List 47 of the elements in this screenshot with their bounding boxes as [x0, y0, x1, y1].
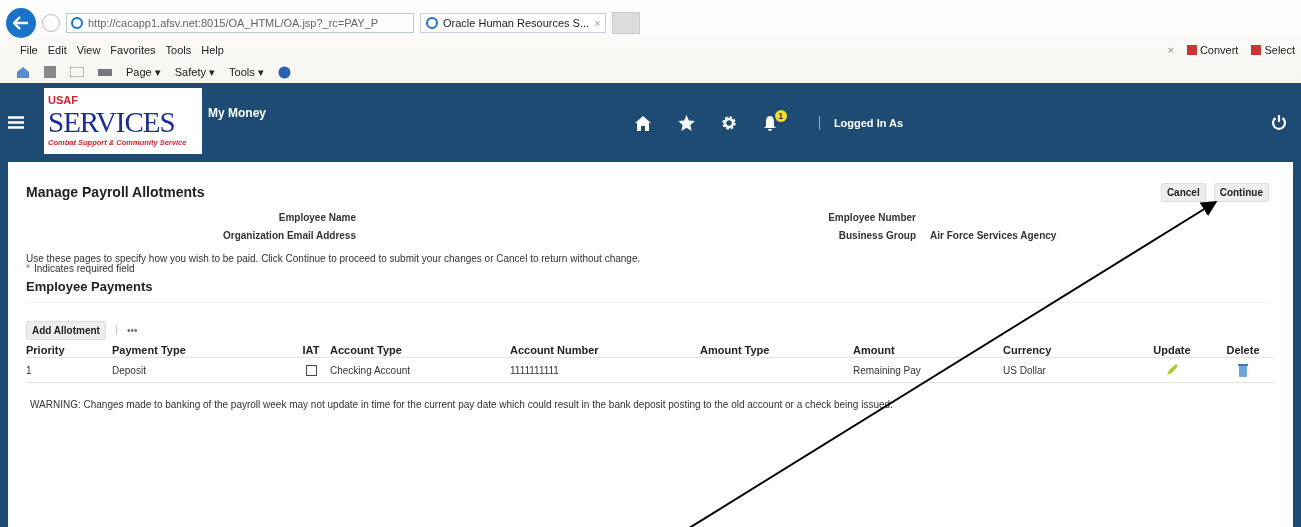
- more-button[interactable]: •••: [126, 324, 138, 336]
- column-header: IAT: [292, 341, 330, 358]
- table-cell: US Dollar: [1003, 364, 1046, 376]
- table-cell: 1: [26, 364, 32, 376]
- field-label: Business Group: [837, 230, 916, 241]
- column-header: Payment Type: [112, 341, 292, 358]
- column-header: Priority: [26, 341, 112, 358]
- command-menu[interactable]: Tools ▾: [229, 65, 264, 79]
- menu-item[interactable]: Favorites: [106, 44, 160, 57]
- column-header: Amount: [853, 341, 1003, 358]
- column-header: Account Number: [510, 341, 700, 358]
- menu-item[interactable]: Edit: [43, 44, 71, 57]
- close-icon[interactable]: ×: [1167, 44, 1174, 57]
- table-cell: 1111111111: [510, 364, 559, 376]
- action-button[interactable]: Continue: [1213, 182, 1269, 202]
- required-mark: *: [26, 264, 30, 273]
- pdf-tool-button[interactable]: Convert: [1185, 44, 1239, 57]
- field-label: Employee Name: [277, 212, 356, 223]
- column-header: Amount Type: [700, 341, 853, 358]
- table-cell: Deposit: [112, 364, 146, 376]
- column-header: Update: [1132, 341, 1212, 358]
- address-field[interactable]: http://cacapp1.afsv.net:8015/OA_HTML/OA.jsp?_rc=PAY_P: [66, 12, 414, 33]
- field-label: Employee Number: [827, 212, 916, 223]
- add-allotment-button[interactable]: Add Allotment: [26, 320, 106, 340]
- notification-badge: 1: [774, 109, 787, 122]
- page-title: Manage Payroll Allotments: [26, 184, 205, 200]
- section-title: Employee Payments: [26, 279, 1269, 303]
- table-cell: Checking Account: [330, 364, 411, 376]
- menu-item[interactable]: File: [16, 44, 42, 57]
- menu-item[interactable]: Tools: [161, 44, 196, 57]
- field-value: Air Force Services Agency: [929, 230, 1058, 241]
- menu-item[interactable]: Help: [197, 44, 228, 57]
- user-label: Logged In As: [833, 116, 904, 129]
- command-menu[interactable]: Safety ▾: [174, 65, 215, 79]
- required-note: Indicates required field: [33, 264, 135, 273]
- column-header: Delete: [1212, 341, 1274, 358]
- table-cell: Remaining Pay: [853, 364, 921, 376]
- command-menu[interactable]: Page ▾: [126, 65, 161, 79]
- column-header: Account Type: [330, 341, 510, 358]
- app-title: My Money: [208, 105, 266, 120]
- instructions-text: Use these pages to specify how you wish to be paid. Click Continue to proceed to submit your changes or Cancel to return without change.: [26, 253, 642, 264]
- pdf-tool-button[interactable]: Select: [1250, 44, 1295, 57]
- menu-item[interactable]: View: [72, 44, 105, 57]
- field-label: Organization Email Address: [222, 230, 356, 241]
- action-button[interactable]: Cancel: [1160, 182, 1206, 202]
- browser-tab[interactable]: Oracle Human Resources S... ×: [420, 12, 606, 33]
- column-header: Currency: [1003, 341, 1132, 358]
